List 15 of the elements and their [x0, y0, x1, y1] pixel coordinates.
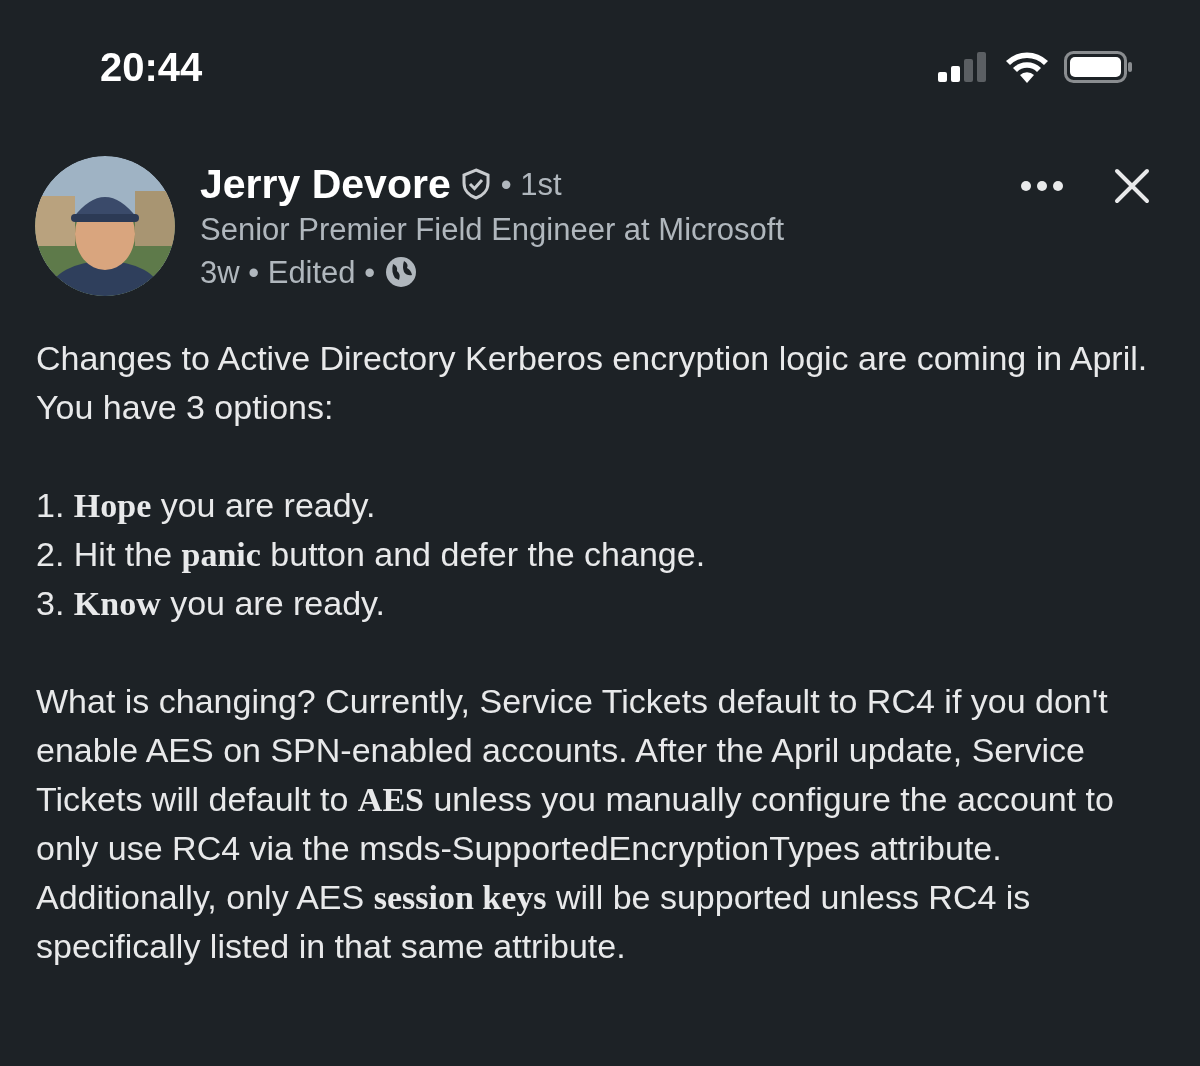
list-item: 2. Hit the panic button and defer the change.	[36, 534, 707, 575]
author-name[interactable]: Jerry Devore	[200, 163, 451, 205]
more-options-icon[interactable]	[1020, 180, 1064, 192]
list-item: 1. Hope you are ready.	[36, 485, 377, 526]
post-paragraph: Changes to Active Directory Kerberos encryption logic are coming in April. You have 3 options:	[36, 338, 1149, 428]
post-meta: 3w • Edited •	[200, 256, 376, 288]
connection-degree: • 1st	[500, 168, 562, 200]
author-headline: Senior Premier Field Engineer at Microsoft	[200, 211, 786, 249]
post-paragraph: What is changing? Currently, Service Tickets default to RC4 if you don't enable AES on SPN-enabled accounts. After the April update, Service Tickets will default to AES unless you manually configure the account to only use RC4 via the msds-SupportedEncryptionTypes attribute. Additionally, only AES session keys will be supported unless RC4 is specifically listed in that same attribute.	[36, 681, 1115, 967]
close-icon[interactable]	[1114, 168, 1150, 204]
list-item: 3. Know you are ready.	[36, 583, 386, 624]
globe-icon	[385, 256, 418, 288]
battery-icon	[1064, 51, 1134, 83]
status-time: 20:44	[100, 47, 203, 87]
wifi-icon	[1004, 51, 1050, 83]
